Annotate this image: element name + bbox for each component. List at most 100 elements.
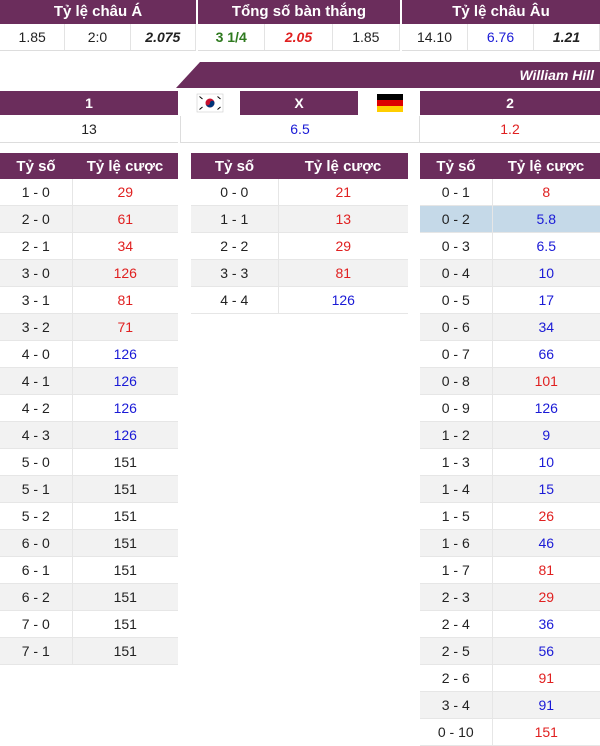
odds-cell: 36: [492, 610, 600, 638]
score-cell: 2 - 3: [420, 583, 493, 611]
table-row: 0 - 8 101: [420, 367, 600, 395]
table-row: 1 - 6 46: [420, 529, 600, 557]
table-row: 4 - 2 126: [0, 394, 178, 422]
odds-cell: 151: [492, 718, 600, 746]
home-win-score-table: Tỷ số Tỷ lệ cược 1 - 0 29 2 - 0 61 2 - 1 34 3 …: [0, 153, 178, 665]
odds-cell: 10: [492, 448, 600, 476]
col-score-header: Tỷ số: [420, 153, 492, 179]
table-row: 1 - 7 81: [420, 556, 600, 584]
score-cell: 5 - 0: [0, 448, 73, 476]
away-win-score-table: Tỷ số Tỷ lệ cược 0 - 180 - 2 5.8 0 - 3 6.5 0…: [420, 153, 600, 746]
table-row: 0 - 18: [420, 179, 600, 206]
score-cell: 1 - 6: [420, 529, 493, 557]
score-cell: 0 - 8: [420, 367, 493, 395]
col-score-header: Tỷ số: [191, 153, 278, 179]
table-row: 3 - 0 126: [0, 259, 178, 287]
europe-odds-values: 14.10 6.76 1.21: [402, 24, 600, 51]
table-row: 0 - 9 126: [420, 394, 600, 422]
odds-cell: 29: [492, 583, 600, 611]
table-row: 4 - 0 126: [0, 340, 178, 368]
odds-cell: 151: [72, 556, 178, 584]
table-row: 0 - 7 66: [420, 340, 600, 368]
score-cell: 7 - 0: [0, 610, 73, 638]
score-cell: 4 - 3: [0, 421, 73, 449]
score-cell: 2 - 1: [0, 232, 73, 260]
table-row: 3 - 4 91: [420, 691, 600, 719]
outcome-home-odds: 13: [0, 116, 178, 143]
odds-cell: 81: [492, 556, 600, 584]
odds-cell: 6.5: [492, 232, 600, 260]
table-row: 1 - 3 10: [420, 448, 600, 476]
score-cell: 0 - 6: [420, 313, 493, 341]
score-cell: 2 - 0: [0, 205, 73, 233]
odds-cell: 17: [492, 286, 600, 314]
total-goals-over: 2.05: [265, 24, 333, 50]
odds-cell: 151: [72, 448, 178, 476]
europe-odds-header: Tỷ lệ châu Âu: [402, 0, 600, 24]
odds-cell: 29: [278, 232, 408, 260]
draw-score-table: Tỷ số Tỷ lệ cược 0 - 0 21 1 - 1 13 2 - 2 29 3 …: [191, 153, 408, 314]
score-cell: 1 - 4: [420, 475, 493, 503]
score-cell: 3 - 1: [0, 286, 73, 314]
odds-cell: 29: [72, 179, 178, 206]
table-row: 1 - 1 13: [191, 205, 408, 233]
score-cell: 0 - 4: [420, 259, 493, 287]
odds-cell: 9: [492, 421, 600, 449]
asia-odds-header: Tỷ lệ châu Á: [0, 0, 196, 24]
odds-cell: 8: [492, 179, 600, 206]
odds-cell: 126: [72, 340, 178, 368]
score-cell: 0 - 0: [191, 179, 279, 206]
total-goals-line: 3 1/4: [198, 24, 266, 50]
score-cell: 2 - 4: [420, 610, 493, 638]
odds-cell: 81: [278, 259, 408, 287]
odds-cell: 46: [492, 529, 600, 557]
asia-odds-value: 1.85: [0, 24, 66, 50]
odds-cell: 126: [72, 421, 178, 449]
odds-cell: 126: [72, 367, 178, 395]
col-odds-header: Tỷ lệ cược: [72, 153, 178, 179]
odds-cell: 71: [72, 313, 178, 341]
table-row: 6 - 1 151: [0, 556, 178, 584]
odds-cell: 91: [492, 691, 600, 719]
score-cell: 6 - 0: [0, 529, 73, 557]
score-cell: 1 - 2: [420, 421, 493, 449]
table-row: 7 - 1 151: [0, 637, 178, 665]
odds-cell: 34: [72, 232, 178, 260]
table-row: 1 - 4 15: [420, 475, 600, 503]
odds-cell: 56: [492, 637, 600, 665]
odds-cell: 10: [492, 259, 600, 287]
table-row: 2 - 6 91: [420, 664, 600, 692]
total-goals-under: 1.85: [333, 24, 400, 50]
table-row: 7 - 0 151: [0, 610, 178, 638]
odds-cell: 126: [492, 394, 600, 422]
table-row: 2 - 3 29: [420, 583, 600, 611]
odds-cell: 13: [278, 205, 408, 233]
score-cell: 1 - 0: [0, 179, 73, 206]
odds-cell: 81: [72, 286, 178, 314]
odds-cell: 151: [72, 475, 178, 503]
bookmaker-bar: William Hill: [176, 62, 600, 88]
score-cell: 0 - 1: [420, 179, 493, 206]
table-row: 1 - 5 26: [420, 502, 600, 530]
table-row: 5 - 0 151: [0, 448, 178, 476]
outcome-draw-odds: 6.5: [180, 116, 420, 143]
europe-draw-odds: 6.76: [468, 24, 534, 50]
outcome-away-label: 2: [420, 91, 600, 115]
table-row: 6 - 0 151: [0, 529, 178, 557]
bookmaker-name: William Hill: [519, 67, 594, 83]
table-row: 0 - 0 21: [191, 179, 408, 206]
odds-cell: 15: [492, 475, 600, 503]
europe-home-odds: 14.10: [402, 24, 468, 50]
score-cell: 2 - 2: [191, 232, 279, 260]
score-cell: 2 - 5: [420, 637, 493, 665]
score-cell: 6 - 1: [0, 556, 73, 584]
score-cell: 4 - 1: [0, 367, 73, 395]
col-score-header: Tỷ số: [0, 153, 72, 179]
odds-cell: 151: [72, 637, 178, 665]
table-row: 5 - 2 151: [0, 502, 178, 530]
odds-cell: 91: [492, 664, 600, 692]
col-odds-header: Tỷ lệ cược: [492, 153, 600, 179]
table-row: 3 - 3 81: [191, 259, 408, 287]
outcome-away-odds: 1.2: [420, 116, 600, 143]
outcome-home-label: 1: [0, 91, 178, 115]
